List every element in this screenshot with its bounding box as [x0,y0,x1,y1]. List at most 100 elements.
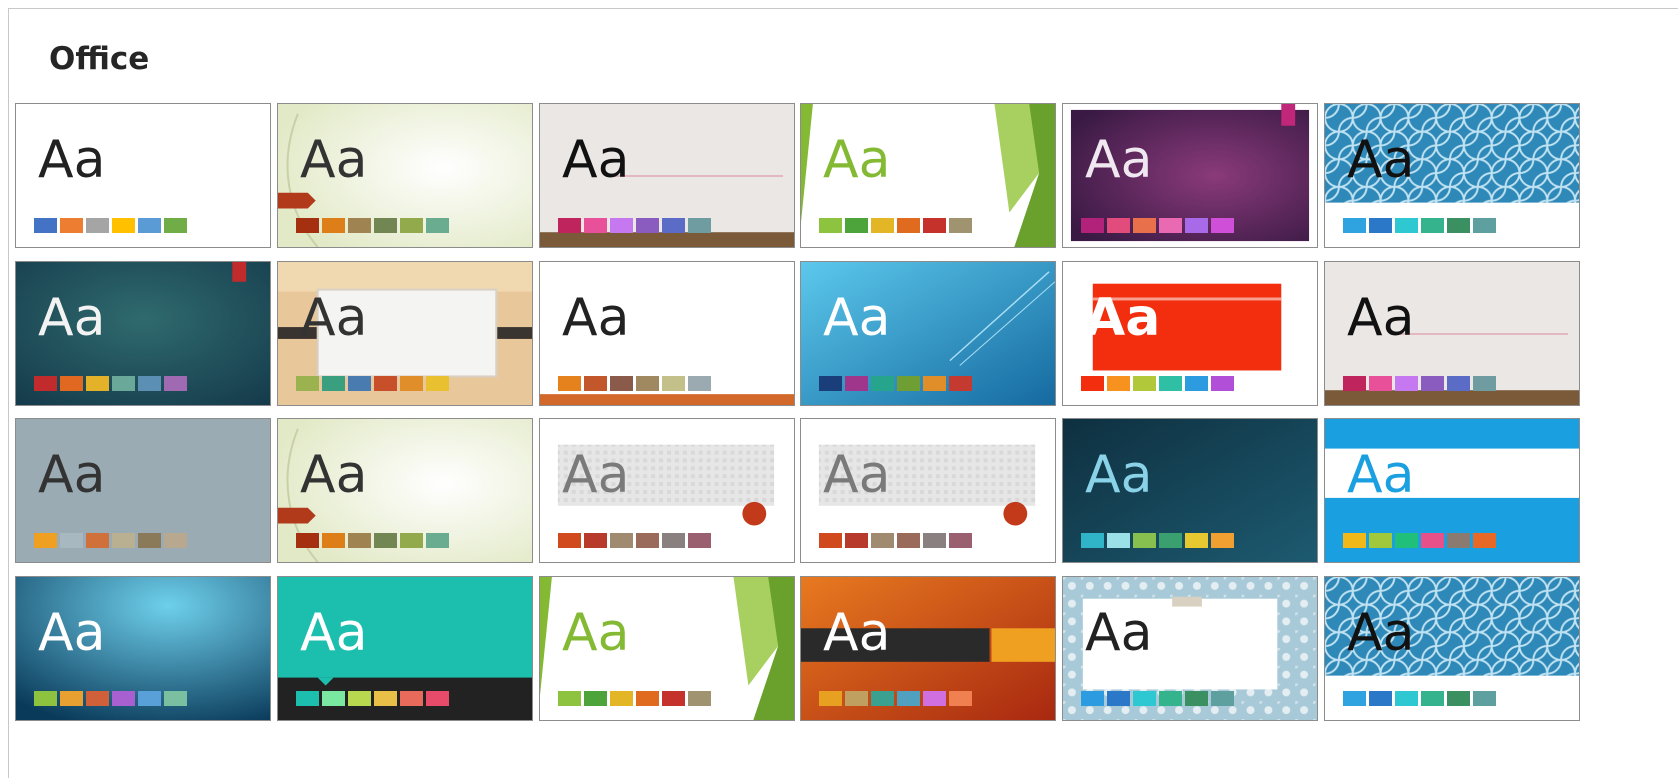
theme-thumbnail[interactable]: Aa [800,261,1056,406]
color-swatch [348,533,371,548]
color-swatch [1473,533,1496,548]
color-swatch [1343,376,1366,391]
theme-thumbnail[interactable]: Aa [539,418,795,563]
theme-thumbnail[interactable]: Aa [15,261,271,406]
theme-thumbnail[interactable]: Aa [1324,576,1580,721]
color-swatch [1159,533,1182,548]
color-swatch [1447,691,1470,706]
color-swatch [1107,691,1130,706]
theme-sample-text: Aa [300,288,368,348]
theme-thumbnail[interactable]: Aa [15,576,271,721]
color-swatch [558,218,581,233]
color-swatch [1369,218,1392,233]
color-swatch [34,376,57,391]
color-swatch [845,376,868,391]
color-swatch [86,376,109,391]
color-swatch [322,376,345,391]
theme-thumbnail[interactable]: Aa [1324,103,1580,248]
color-swatch [1133,218,1156,233]
theme-color-swatches [1343,691,1496,706]
color-swatch [426,376,449,391]
color-swatch [1133,376,1156,391]
color-swatch [138,533,161,548]
color-swatch [322,691,345,706]
theme-color-swatches [1081,691,1234,706]
color-swatch [374,376,397,391]
color-swatch [897,691,920,706]
theme-thumbnail[interactable]: Aa [539,261,795,406]
theme-thumbnail[interactable]: Aa [1324,418,1580,563]
theme-thumbnail[interactable]: Aa [1062,576,1318,721]
color-swatch [558,376,581,391]
color-swatch [584,218,607,233]
color-swatch [138,376,161,391]
theme-thumbnail[interactable]: Aa [277,103,533,248]
theme-color-swatches [1081,218,1234,233]
color-swatch [296,218,319,233]
theme-sample-text: Aa [300,130,368,190]
theme-sample-text: Aa [562,603,630,663]
theme-thumbnail[interactable]: Aa [539,576,795,721]
theme-sample-text: Aa [38,445,106,505]
theme-color-swatches [34,376,187,391]
theme-thumbnail[interactable]: Aa [800,576,1056,721]
theme-thumbnail[interactable]: Aa [15,103,271,248]
color-swatch [897,376,920,391]
color-swatch [871,533,894,548]
theme-thumbnail[interactable]: Aa [277,576,533,721]
color-swatch [1081,218,1104,233]
theme-color-swatches [819,691,972,706]
theme-color-swatches [34,533,187,548]
theme-thumbnail[interactable]: Aa [1324,261,1580,406]
color-swatch [949,218,972,233]
color-swatch [426,533,449,548]
color-swatch [1081,533,1104,548]
color-swatch [296,376,319,391]
color-swatch [164,376,187,391]
theme-sample-text: Aa [562,288,630,348]
color-swatch [1447,218,1470,233]
color-swatch [1185,218,1208,233]
theme-sample-text: Aa [562,130,630,190]
color-swatch [296,691,319,706]
color-swatch [1185,376,1208,391]
color-swatch [400,218,423,233]
theme-thumbnail[interactable]: Aa [277,261,533,406]
theme-color-swatches [819,218,972,233]
color-swatch [1395,691,1418,706]
theme-thumbnail[interactable]: Aa [800,418,1056,563]
color-swatch [322,533,345,548]
color-swatch [1081,376,1104,391]
color-swatch [1159,691,1182,706]
color-swatch [1421,691,1444,706]
color-swatch [610,691,633,706]
color-swatch [1159,376,1182,391]
color-swatch [400,376,423,391]
color-swatch [1211,218,1234,233]
theme-thumbnail[interactable]: Aa [1062,261,1318,406]
theme-color-swatches [1343,533,1496,548]
theme-thumbnail[interactable]: Aa [1062,418,1318,563]
theme-thumbnail[interactable]: Aa [800,103,1056,248]
color-swatch [164,691,187,706]
color-swatch [610,533,633,548]
color-swatch [1159,218,1182,233]
color-swatch [1421,218,1444,233]
color-swatch [923,691,946,706]
color-swatch [636,218,659,233]
color-swatch [138,218,161,233]
color-swatch [1447,533,1470,548]
color-swatch [1185,533,1208,548]
color-swatch [662,691,685,706]
color-swatch [1473,376,1496,391]
color-swatch [1211,533,1234,548]
color-swatch [1107,218,1130,233]
theme-thumbnail[interactable]: Aa [539,103,795,248]
color-swatch [1107,376,1130,391]
color-swatch [112,533,135,548]
theme-thumbnail[interactable]: Aa [15,418,271,563]
theme-thumbnail[interactable]: Aa [1062,103,1318,248]
color-swatch [1081,691,1104,706]
color-swatch [688,691,711,706]
theme-thumbnail[interactable]: Aa [277,418,533,563]
